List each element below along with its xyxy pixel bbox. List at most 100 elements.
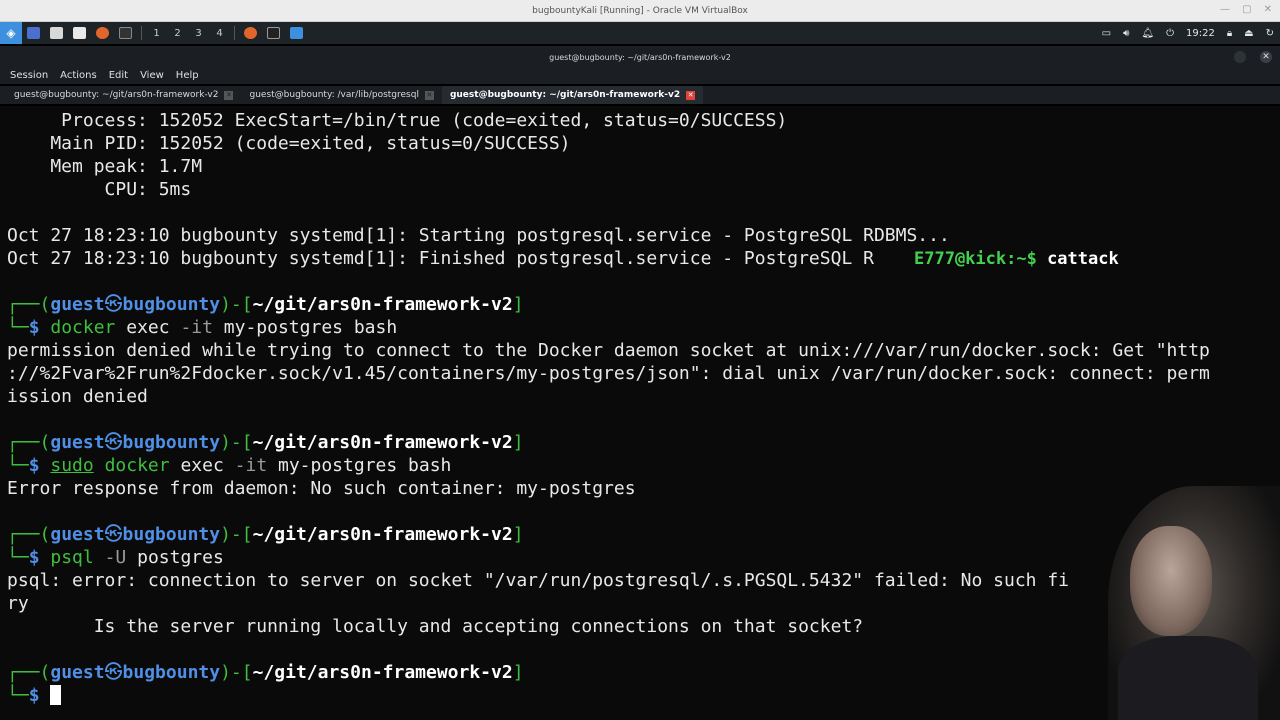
terminal-title: guest@bugbounty: ~/git/ars0n-framework-v… <box>549 52 731 62</box>
tab-close-icon[interactable]: ✕ <box>686 90 696 100</box>
command-arg: exec <box>115 317 181 338</box>
overlay-user: E777@kick:~$ <box>914 249 1037 269</box>
command-name: docker <box>50 317 116 338</box>
prompt-host: bugbounty <box>122 524 221 545</box>
prompt-line: ┌──(guest㉿bugbounty)-[~/git/ars0n-framew… <box>7 432 524 453</box>
prompt-host: bugbounty <box>122 662 221 683</box>
output-line: Process: 152052 ExecStart=/bin/true (cod… <box>7 110 788 131</box>
file-manager-icon[interactable] <box>50 27 63 39</box>
output-line: Oct 27 18:23:10 bugbounty systemd[1]: St… <box>7 225 950 246</box>
firefox-task-icon[interactable] <box>244 27 257 39</box>
lock-icon[interactable]: 🔒︎ <box>1227 28 1232 39</box>
output-line: Mem peak: 1.7M <box>7 156 203 177</box>
tab-postgresql[interactable]: guest@bugbounty: /var/lib/postgresql ✕ <box>241 86 441 104</box>
menu-actions[interactable]: Actions <box>60 70 97 81</box>
virtualbox-title-bar: bugbountyKali [Running] - Oracle VM Virt… <box>0 0 1280 22</box>
top-panel: ◈ 1 2 3 4 ▭ 🔊︎ 🔔︎ ⏻ 19:22 🔒︎ ⏏ ↻ <box>0 22 1280 44</box>
firefox-icon[interactable] <box>96 27 109 39</box>
tab-label: guest@bugbounty: ~/git/ars0n-framework-v… <box>449 90 681 100</box>
skull-icon: ㉿ <box>104 524 123 545</box>
stream-overlay: E777@kick:~$ cattack <box>914 249 1119 269</box>
menu-edit[interactable]: Edit <box>109 70 128 81</box>
refresh-icon[interactable]: ↻ <box>1266 28 1274 39</box>
panel-separator <box>141 26 142 40</box>
terminal-output[interactable]: Process: 152052 ExecStart=/bin/true (cod… <box>0 106 1280 720</box>
system-tray: ▭ 🔊︎ 🔔︎ ⏻ 19:22 🔒︎ ⏏ ↻ <box>1102 22 1274 44</box>
text-editor-icon[interactable] <box>73 27 86 39</box>
output-line: ission denied <box>7 386 148 407</box>
panel-separator <box>234 26 235 40</box>
prompt-user: guest <box>50 294 105 315</box>
skull-icon: ㉿ <box>104 432 123 453</box>
bell-icon[interactable]: 🔔︎ <box>1141 28 1154 39</box>
workspace-2[interactable]: 2 <box>167 22 188 44</box>
prompt-path: ~/git/ars0n-framework-v2 <box>252 662 513 683</box>
volume-icon[interactable]: 🔊︎ <box>1123 28 1129 39</box>
tab-framework-1[interactable]: guest@bugbounty: ~/git/ars0n-framework-v… <box>6 86 241 104</box>
output-line: ry <box>7 593 29 614</box>
prompt-path: ~/git/ars0n-framework-v2 <box>252 524 513 545</box>
tab-label: guest@bugbounty: ~/git/ars0n-framework-v… <box>14 90 219 100</box>
menu-view[interactable]: View <box>140 70 164 81</box>
prompt-user: guest <box>50 662 105 683</box>
terminal-task-icon[interactable] <box>267 27 280 39</box>
webcam-body <box>1118 636 1258 720</box>
clock[interactable]: 19:22 <box>1186 28 1215 39</box>
skull-icon: ㉿ <box>104 294 123 315</box>
prompt-host: bugbounty <box>122 432 221 453</box>
show-desktop-icon[interactable] <box>27 27 40 39</box>
power-icon[interactable]: ⏻ <box>1166 28 1174 39</box>
prompt-host: bugbounty <box>122 294 221 315</box>
prompt-path: ~/git/ars0n-framework-v2 <box>252 294 513 315</box>
prompt-path: ~/git/ars0n-framework-v2 <box>252 432 513 453</box>
virtualbox-title: bugbountyKali [Running] - Oracle VM Virt… <box>532 5 748 16</box>
active-command-line[interactable]: └─$ <box>7 684 1280 707</box>
command-flag: -U <box>104 547 127 568</box>
command-line: └─$ sudo docker exec -it my-postgres bas… <box>7 455 452 476</box>
command-arg: postgres <box>126 547 224 568</box>
tab-close-icon[interactable]: ✕ <box>224 90 234 100</box>
tab-close-icon[interactable]: ✕ <box>424 90 434 100</box>
prompt-line: ┌──(guest㉿bugbounty)-[~/git/ars0n-framew… <box>7 294 524 315</box>
webcam-overlay <box>1108 486 1280 720</box>
terminal-close-icon[interactable]: ✕ <box>1260 51 1272 63</box>
prompt-user: guest <box>50 524 105 545</box>
menu-help[interactable]: Help <box>176 70 199 81</box>
folder-task-icon[interactable] <box>290 27 303 39</box>
output-line: psql: error: connection to server on soc… <box>7 570 1070 591</box>
command-arg: my-postgres bash <box>267 455 452 476</box>
output-line: permission denied while trying to connec… <box>7 340 1210 361</box>
logout-icon[interactable]: ⏏ <box>1244 28 1253 39</box>
command-arg: my-postgres bash <box>212 317 398 338</box>
workspace-4[interactable]: 4 <box>209 22 230 44</box>
output-line: CPU: 5ms <box>7 179 192 200</box>
webcam-face <box>1130 526 1212 636</box>
command-line: └─$ psql -U postgres <box>7 547 224 568</box>
minimize-icon[interactable]: — <box>1220 4 1230 15</box>
workspace-1[interactable]: 1 <box>146 22 167 44</box>
output-line: ://%2Fvar%2Frun%2Fdocker.sock/v1.45/cont… <box>7 363 1210 384</box>
terminal-tabs: guest@bugbounty: ~/git/ars0n-framework-v… <box>0 86 1280 104</box>
close-icon[interactable]: ✕ <box>1264 4 1272 15</box>
output-line: Is the server running locally and accept… <box>7 616 864 637</box>
command-sudo: sudo <box>50 455 94 476</box>
command-line: └─$ docker exec -it my-postgres bash <box>7 317 398 338</box>
terminal-launcher-icon[interactable] <box>119 27 132 39</box>
tab-framework-2[interactable]: guest@bugbounty: ~/git/ars0n-framework-v… <box>441 86 704 104</box>
workspace-3[interactable]: 3 <box>188 22 209 44</box>
window-icon[interactable]: ▭ <box>1102 28 1111 39</box>
overlay-command: cattack <box>1036 249 1119 269</box>
tab-label: guest@bugbounty: /var/lib/postgresql <box>249 90 419 100</box>
prompt-user: guest <box>50 432 105 453</box>
terminal-minimize-icon[interactable] <box>1234 51 1246 63</box>
maximize-icon[interactable]: ▢ <box>1242 4 1251 15</box>
skull-icon: ㉿ <box>104 662 123 683</box>
output-line: Error response from daemon: No such cont… <box>7 478 636 499</box>
menu-session[interactable]: Session <box>10 70 48 81</box>
kali-menu-icon[interactable]: ◈ <box>0 22 22 44</box>
